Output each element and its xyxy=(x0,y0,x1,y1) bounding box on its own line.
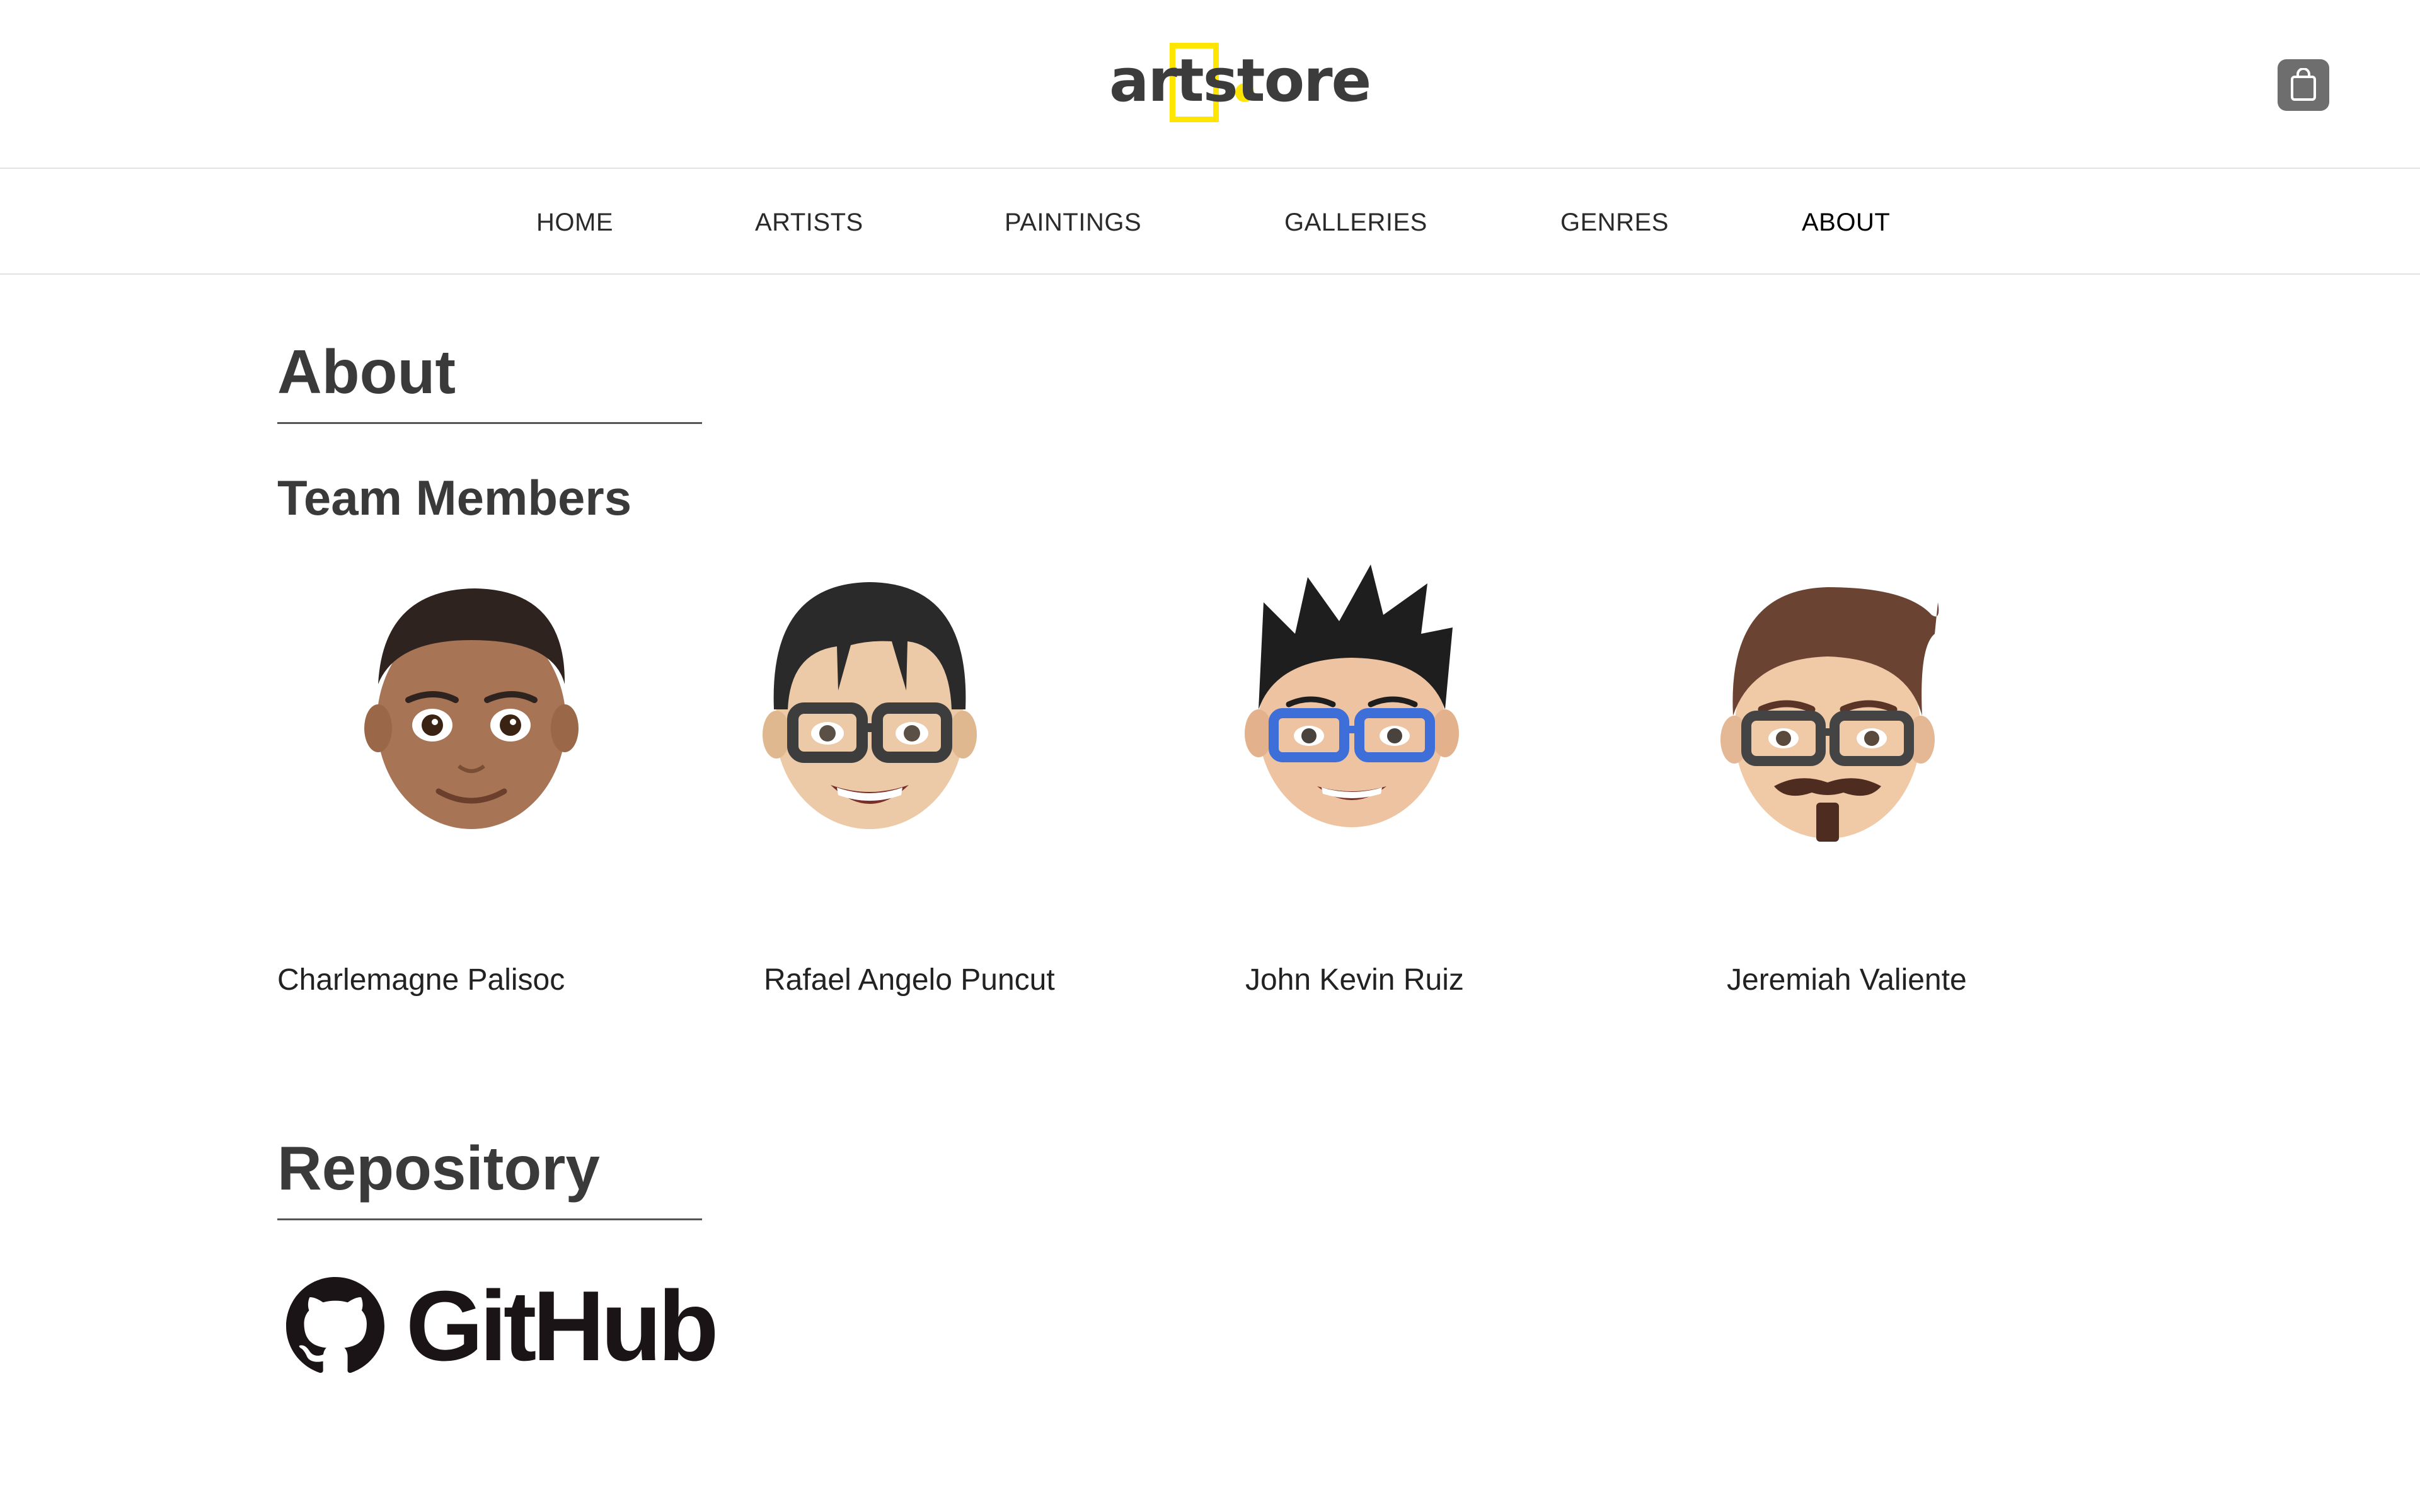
github-wordmark: GitHub xyxy=(406,1271,719,1382)
artstore-logo[interactable]: artstore xyxy=(1109,43,1371,126)
nav-about[interactable]: ABOUT xyxy=(1802,170,1890,275)
nav-artists[interactable]: ARTISTS xyxy=(755,170,863,275)
site-header: artstore xyxy=(0,0,2420,169)
memoji-avatar-icon xyxy=(1245,564,1459,827)
team-members-title: Team Members xyxy=(277,470,632,525)
team-member-name: John Kevin Ruiz xyxy=(1245,963,1464,997)
github-link[interactable]: GitHub xyxy=(286,1271,719,1382)
team-member-name: Charlemagne Palisoc xyxy=(277,963,565,997)
memoji-avatar-icon xyxy=(1720,587,1939,842)
github-octocat-icon xyxy=(286,1277,384,1373)
logo-text: artstore xyxy=(1109,47,1371,115)
team-member-name: Rafael Angelo Puncut xyxy=(764,963,1055,997)
nav-home[interactable]: HOME xyxy=(536,170,613,275)
main-nav: HOME ARTISTS PAINTINGS GALLERIES GENRES … xyxy=(0,170,2420,275)
about-title-rule xyxy=(277,422,702,424)
shopping-bag-icon xyxy=(2291,68,2316,101)
about-title: About xyxy=(277,337,456,406)
nav-genres[interactable]: GENRES xyxy=(1560,170,1669,275)
nav-galleries[interactable]: GALLERIES xyxy=(1284,170,1427,275)
nav-paintings[interactable]: PAINTINGS xyxy=(1005,170,1141,275)
team-member-name: Jeremiah Valiente xyxy=(1727,963,1967,997)
repository-title: Repository xyxy=(277,1133,600,1203)
memoji-avatar-icon xyxy=(364,588,579,829)
memoji-avatar-icon xyxy=(763,582,977,829)
cart-button[interactable] xyxy=(2278,59,2329,111)
repository-title-rule xyxy=(277,1218,702,1220)
